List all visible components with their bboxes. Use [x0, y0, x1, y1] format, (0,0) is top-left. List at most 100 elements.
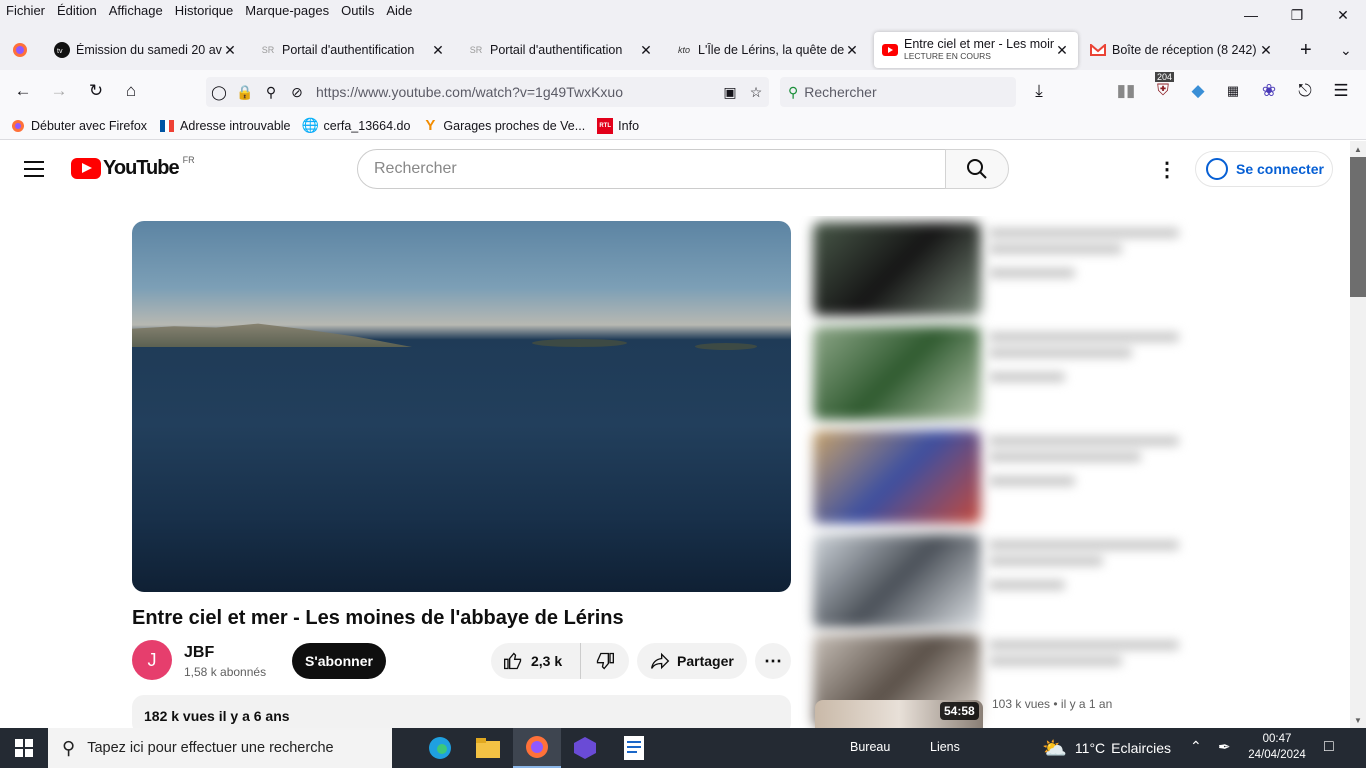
close-tab-icon[interactable]: ✕ [222, 42, 238, 59]
bookmark-adresse[interactable]: Adresse introuvable [159, 118, 291, 134]
tab-list-button[interactable]: ⌄ [1332, 32, 1360, 68]
recommendation-thumbnail[interactable] [813, 326, 981, 420]
star-icon[interactable]: ☆ [743, 84, 769, 101]
youtube-search-button[interactable] [945, 149, 1009, 189]
arrow-right-icon: → [50, 81, 68, 100]
home-icon: ⌂ [125, 81, 137, 100]
youtube-logo[interactable]: YouTube FR [71, 154, 195, 180]
settings-kebab-icon[interactable]: ⋮ [1155, 157, 1179, 181]
tab-portail-2[interactable]: SR Portail d'authentification ✕ [460, 32, 662, 68]
start-button[interactable] [0, 728, 48, 768]
picture-in-picture-icon[interactable]: ▣ [717, 84, 743, 101]
extension-badge-button[interactable]: ⛨ 204 [1152, 72, 1175, 102]
taskbar-edge[interactable] [416, 728, 464, 768]
bookmark-info[interactable]: RTL Info [597, 117, 639, 134]
pen-icon[interactable]: ✒ [1218, 738, 1231, 756]
tab-youtube-active[interactable]: Entre ciel et mer - Les moines LECTURE E… [874, 32, 1078, 68]
like-dislike-group: 2,3 k [491, 643, 629, 679]
menu-edition[interactable]: Édition [57, 0, 97, 18]
video-player[interactable] [132, 221, 791, 592]
taskbar-writer[interactable] [610, 728, 658, 768]
extension-feather-button[interactable]: ❀ [1258, 80, 1280, 102]
lock-icon[interactable]: 🔒 [232, 84, 258, 101]
tab-portail-1[interactable]: SR Portail d'authentification ✕ [252, 32, 454, 68]
scroll-up-icon[interactable]: ▲ [1350, 141, 1366, 157]
menu-outils[interactable]: Outils [341, 0, 374, 18]
taskbar-search-input[interactable]: ⚲ Tapez ici pour effectuer une recherche [48, 728, 392, 768]
menu-marque-pages[interactable]: Marque-pages [245, 0, 329, 18]
youtube-icon [882, 42, 898, 58]
permissions-icon[interactable]: ⚲ [258, 84, 284, 101]
close-tab-icon[interactable]: ✕ [430, 42, 446, 59]
channel-avatar[interactable]: J [132, 640, 172, 680]
new-tab-button[interactable]: + [1292, 32, 1320, 68]
back-button[interactable]: ← [12, 80, 34, 102]
bookmark-cerfa[interactable]: 🌐 cerfa_13664.do [302, 117, 411, 134]
url-bar[interactable]: ◯ 🔒 ⚲ ⊘ https://www.youtube.com/watch?v=… [206, 77, 769, 107]
extensions-button[interactable]: ⎋ [1294, 80, 1316, 102]
edge-icon [429, 737, 451, 759]
dislike-button[interactable] [581, 643, 629, 679]
close-tab-icon[interactable]: ✕ [844, 42, 860, 59]
scrollbar-thumb[interactable] [1350, 157, 1366, 297]
hamburger-icon[interactable] [24, 157, 48, 181]
extension-diamond-button[interactable]: ◆ [1187, 80, 1209, 102]
tab-emission[interactable]: tv Émission du samedi 20 avril ✕ [46, 32, 246, 68]
recommendation-meta [989, 640, 1179, 672]
mail-app-icon [574, 737, 596, 759]
like-count: 2,3 k [531, 653, 563, 669]
arrow-left-icon: ← [14, 81, 32, 100]
bookmark-garages[interactable]: Y Garages proches de Ve... [422, 117, 585, 134]
taskbar-firefox[interactable] [513, 728, 561, 768]
firefox-view-button[interactable] [4, 32, 40, 68]
coastline [132, 323, 412, 347]
forward-button[interactable]: → [48, 80, 70, 102]
minimize-icon[interactable]: — [1228, 0, 1274, 30]
menu-historique[interactable]: Historique [175, 0, 234, 18]
partly-cloudy-icon: ⛅ [1042, 737, 1067, 760]
tab-lerins[interactable]: kto L'Île de Lérins, la quête de l'i ✕ [668, 32, 868, 68]
share-button[interactable]: Partager [637, 643, 747, 679]
chevron-up-icon[interactable]: ⌃ [1190, 738, 1202, 755]
reload-button[interactable]: ↻ [85, 80, 107, 102]
more-actions-button[interactable]: ⋯ [755, 643, 791, 679]
close-tab-icon[interactable]: ✕ [638, 42, 654, 59]
system-clock[interactable]: 00:47 24/04/2024 [1246, 731, 1308, 763]
recommendation-thumbnail[interactable] [813, 430, 981, 524]
weather-widget[interactable]: ⛅ 11°C Eclaircies [1042, 728, 1171, 768]
youtube-search-input[interactable]: Rechercher [357, 149, 946, 189]
region-code: FR [182, 154, 195, 165]
home-button[interactable]: ⌂ [120, 80, 142, 102]
app-menu-button[interactable]: ☰ [1330, 80, 1352, 102]
menu-aide[interactable]: Aide [386, 0, 412, 18]
menu-fichier[interactable]: Fichier [6, 0, 45, 18]
subscribe-button[interactable]: S'abonner [292, 643, 386, 679]
menu-affichage[interactable]: Affichage [109, 0, 163, 18]
signin-button[interactable]: Se connecter [1195, 151, 1333, 187]
channel-name[interactable]: JBF [184, 644, 214, 662]
shield-icon[interactable]: ◯ [206, 84, 232, 101]
close-tab-icon[interactable]: ✕ [1054, 42, 1070, 59]
autoplay-blocked-icon[interactable]: ⊘ [284, 84, 310, 101]
close-icon[interactable]: ✕ [1320, 0, 1366, 30]
downloads-button[interactable]: ⤓ [1028, 80, 1050, 102]
feather-icon: ❀ [1261, 81, 1277, 100]
bureau-toolbar[interactable]: Bureau [850, 740, 890, 754]
reader-button[interactable]: ▮▮ [1115, 80, 1137, 102]
taskbar-explorer[interactable] [464, 728, 512, 768]
url-text[interactable]: https://www.youtube.com/watch?v=1g49TwxK… [310, 84, 717, 100]
recommendation-thumbnail[interactable] [813, 534, 981, 628]
extension-qr-button[interactable]: ▦ [1222, 80, 1244, 102]
scroll-down-icon[interactable]: ▼ [1350, 712, 1366, 728]
restore-icon[interactable]: ❐ [1274, 0, 1320, 30]
bookmark-debuter[interactable]: Débuter avec Firefox [10, 118, 147, 134]
liens-toolbar[interactable]: Liens [930, 740, 960, 754]
browser-search-field[interactable]: ⚲ Rechercher [780, 77, 1016, 107]
taskbar-app-mail[interactable] [561, 728, 609, 768]
close-tab-icon[interactable]: ✕ [1258, 42, 1274, 59]
recommendations-sidebar [797, 216, 1197, 728]
notification-icon[interactable]: □ [1324, 738, 1334, 756]
like-button[interactable]: 2,3 k [491, 643, 581, 679]
tab-gmail[interactable]: Boîte de réception (8 242) - j ✕ [1082, 32, 1282, 68]
recommendation-thumbnail[interactable] [813, 222, 981, 316]
